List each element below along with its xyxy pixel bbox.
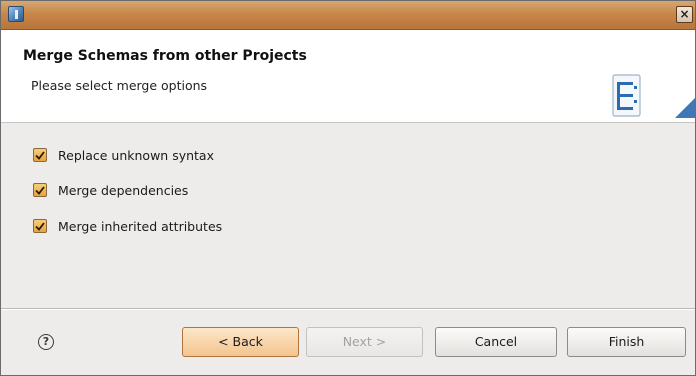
back-button[interactable]: < Back xyxy=(182,327,299,357)
page-subtitle: Please select merge options xyxy=(31,78,208,93)
schema-wizard-icon xyxy=(612,74,641,117)
checkbox[interactable] xyxy=(33,219,47,233)
option-merge-dependencies[interactable]: Merge dependencies xyxy=(33,182,188,198)
option-label: Merge dependencies xyxy=(58,182,189,198)
wizard-corner-icon xyxy=(675,98,695,118)
finish-button[interactable]: Finish xyxy=(567,327,686,357)
checkbox[interactable] xyxy=(33,148,47,162)
option-label: Replace unknown syntax xyxy=(58,147,214,163)
app-icon xyxy=(8,6,24,22)
checkmark-icon xyxy=(35,221,45,231)
help-icon[interactable]: ? xyxy=(38,334,54,350)
option-label: Merge inherited attributes xyxy=(58,218,223,234)
close-button[interactable]: × xyxy=(676,6,693,23)
wizard-dialog: × Merge Schemas from other Projects Plea… xyxy=(0,0,696,376)
wizard-header: Merge Schemas from other Projects Please… xyxy=(1,30,695,123)
checkmark-icon xyxy=(35,185,45,195)
next-button[interactable]: Next > xyxy=(306,327,423,357)
checkmark-icon xyxy=(35,150,45,160)
option-merge-inherited-attributes[interactable]: Merge inherited attributes xyxy=(33,218,222,234)
title-bar[interactable]: × xyxy=(1,1,695,30)
footer-separator xyxy=(1,308,695,310)
cancel-button[interactable]: Cancel xyxy=(435,327,557,357)
option-replace-unknown-syntax[interactable]: Replace unknown syntax xyxy=(33,147,214,163)
page-title: Merge Schemas from other Projects xyxy=(23,48,307,64)
checkbox[interactable] xyxy=(33,183,47,197)
